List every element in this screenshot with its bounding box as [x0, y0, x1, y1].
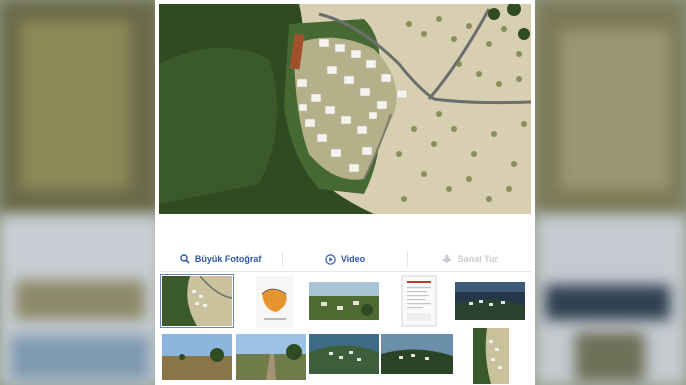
thumbnail-portrait-aerial-render[interactable] [473, 328, 509, 384]
tab-large-photo-label: Büyük Fotoğraf [194, 254, 262, 264]
thumbnail-field-road-photo[interactable] [236, 334, 306, 380]
main-aerial-photo[interactable] [159, 4, 531, 214]
thumbnail-aerial-site-photo[interactable] [160, 274, 234, 328]
tab-large-photo[interactable]: Büyük Fotoğraf [159, 247, 282, 271]
thumbnail-strip [159, 273, 531, 385]
thumbnail-document-page[interactable] [401, 275, 437, 327]
thumbnail-landscape-render[interactable] [309, 282, 379, 320]
media-tabs: Büyük Fotoğraf Video Sanal Tur [159, 247, 531, 272]
search-icon [180, 254, 190, 264]
tab-video-label: Video [340, 254, 366, 264]
thumbnail-site-plan-map[interactable] [256, 276, 294, 328]
tab-video[interactable]: Video [283, 247, 406, 271]
play-circle-icon [325, 253, 336, 265]
thumbnail-countryside-photo[interactable] [162, 334, 232, 380]
thumbnail-aerial-blue-render[interactable] [309, 334, 379, 374]
gallery-panel: Büyük Fotoğraf Video Sanal Tur [155, 0, 535, 385]
virtual-tour-icon [441, 254, 453, 264]
thumbnail-aerial-evening-render[interactable] [381, 334, 453, 374]
tab-virtual-tour-label: Sanal Tur [457, 254, 498, 264]
tab-virtual-tour: Sanal Tur [408, 247, 531, 271]
thumbnail-night-aerial-render[interactable] [455, 282, 525, 320]
